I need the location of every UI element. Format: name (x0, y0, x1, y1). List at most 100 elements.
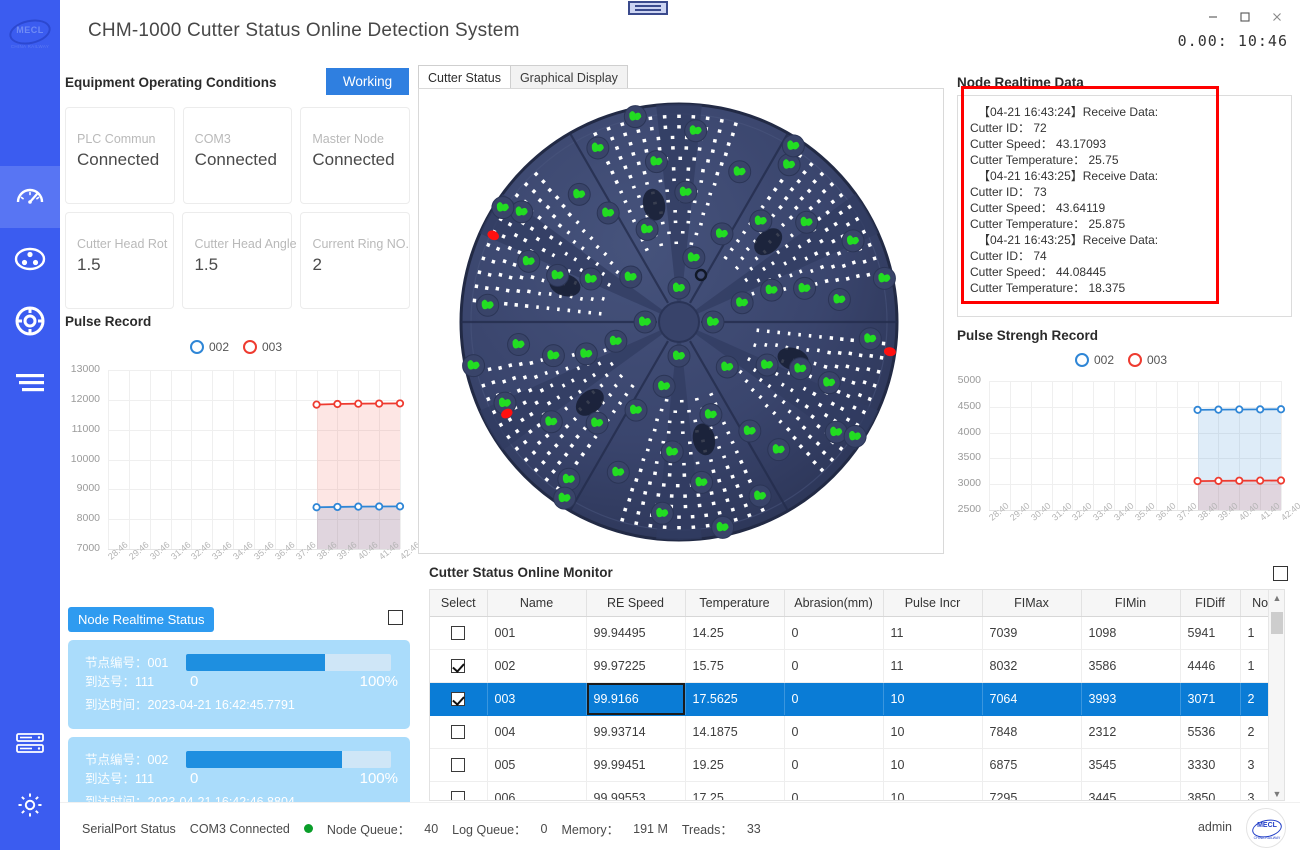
sidebar-item-disc[interactable] (0, 290, 60, 352)
node-realtime-log[interactable]: 【04-21 16:43:24】Receive Data: Cutter ID： … (957, 95, 1292, 317)
equipment-card[interactable]: Cutter Head Angle 1.5 (182, 212, 297, 309)
table-column-header[interactable]: Temperature (685, 590, 785, 617)
scroll-up-arrow[interactable]: ▲ (1269, 590, 1284, 606)
row-select-cell[interactable] (430, 649, 488, 683)
sidebar-item-cutterhead[interactable] (0, 228, 60, 290)
node-status-card[interactable]: 节点编号：001 到达号：111 0 100% 到达时间：2023-04-21 … (68, 640, 410, 729)
table-column-header[interactable]: RE Speed (586, 590, 686, 617)
cutter-monitor-checkbox[interactable] (1273, 566, 1288, 581)
row-checkbox[interactable] (451, 724, 466, 739)
table-cell[interactable]: 14.1875 (685, 715, 785, 749)
equipment-card[interactable]: Current Ring NO. 2 (300, 212, 410, 309)
table-cell[interactable]: 99.99451 (586, 748, 686, 782)
scrollbar-thumb[interactable] (1271, 612, 1283, 634)
equipment-card[interactable]: Master Node Connected (300, 107, 411, 204)
node-status-checkbox[interactable] (388, 610, 403, 625)
node-realtime-status-button[interactable]: Node Realtime Status (68, 607, 215, 632)
table-cell[interactable]: 0 (784, 682, 884, 716)
table-cell[interactable]: 0 (784, 649, 884, 683)
cutter-monitor-grid[interactable]: Select Name RE Speed Temperature Abrasion(mm… (429, 589, 1285, 801)
table-cell[interactable]: 2312 (1081, 715, 1181, 749)
table-cell[interactable]: 99.9166 (586, 682, 686, 716)
table-column-header[interactable]: Pulse Incr (883, 590, 983, 617)
table-cell[interactable]: 15.75 (685, 649, 785, 683)
table-cell[interactable]: 6875 (982, 748, 1082, 782)
table-cell[interactable]: 10 (883, 748, 983, 782)
legend-item[interactable]: 003 (243, 340, 282, 354)
table-cell[interactable]: 002 (487, 649, 587, 683)
table-cell[interactable]: 99.99553 (586, 781, 686, 800)
scroll-down-arrow[interactable]: ▼ (1269, 786, 1284, 800)
table-cell[interactable]: 3330 (1180, 748, 1241, 782)
table-cell[interactable]: 3993 (1081, 682, 1181, 716)
window-drag-handle[interactable] (628, 1, 668, 15)
table-cell[interactable]: 5941 (1180, 616, 1241, 650)
table-cell[interactable]: 11 (883, 649, 983, 683)
table-row[interactable]: 006 99.99553 17.25 0 10 7295 3445 3850 3 (430, 781, 1284, 800)
table-column-header[interactable]: Name (487, 590, 587, 617)
row-select-cell[interactable] (430, 781, 488, 800)
table-row[interactable]: 005 99.99451 19.25 0 10 6875 3545 3330 3 (430, 748, 1284, 782)
equipment-card[interactable]: PLC Commun Connected (65, 107, 175, 204)
tbm-cutter-head-diagram[interactable] (429, 89, 929, 553)
tab-cutter-status[interactable]: Cutter Status (418, 65, 511, 89)
sidebar-item-dashboard[interactable] (0, 166, 60, 228)
row-select-cell[interactable] (430, 748, 488, 782)
working-status-button[interactable]: Working (326, 68, 409, 95)
table-cell[interactable]: 3071 (1180, 682, 1241, 716)
close-button[interactable] (1262, 4, 1292, 30)
legend-item[interactable]: 002 (1074, 353, 1114, 367)
table-cell[interactable]: 7039 (982, 616, 1082, 650)
pulse-strength-chart[interactable]: 002 003 2500 3000 3500 4000 4500 5000 28:40 29:… (947, 347, 1300, 559)
table-cell[interactable]: 17.25 (685, 781, 785, 800)
table-cell[interactable]: 17.5625 (685, 682, 785, 716)
table-cell[interactable]: 10 (883, 715, 983, 749)
minimize-button[interactable] (1198, 4, 1228, 30)
sidebar-item-list[interactable] (0, 352, 60, 414)
table-cell[interactable]: 0 (784, 781, 884, 800)
table-cell[interactable]: 006 (487, 781, 587, 800)
table-cell[interactable]: 1098 (1081, 616, 1181, 650)
table-column-header[interactable]: FIDiff (1180, 590, 1241, 617)
table-row[interactable]: 001 99.94495 14.25 0 11 7039 1098 5941 1 (430, 616, 1284, 650)
sidebar-item-database[interactable] (0, 712, 60, 774)
table-cell[interactable]: 14.25 (685, 616, 785, 650)
legend-item[interactable]: 003 (1128, 353, 1167, 367)
table-column-header[interactable]: FIMin (1081, 590, 1181, 617)
table-cell[interactable]: 19.25 (685, 748, 785, 782)
table-cell[interactable]: 3586 (1081, 649, 1181, 683)
table-cell[interactable]: 5536 (1180, 715, 1241, 749)
row-select-cell[interactable] (430, 715, 488, 749)
tab-graphical-display[interactable]: Graphical Display (509, 65, 628, 89)
pulse-record-chart[interactable]: 002 003 7000 8000 9000 10000 11000 12000 13000… (60, 334, 422, 599)
row-select-cell[interactable] (430, 616, 488, 650)
table-cell[interactable]: 005 (487, 748, 587, 782)
table-cell[interactable]: 001 (487, 616, 587, 650)
table-row[interactable]: 004 99.93714 14.1875 0 10 7848 2312 5536 2 (430, 715, 1284, 749)
table-row[interactable]: 003 99.9166 17.5625 0 10 7064 3993 3071 2 (430, 682, 1284, 716)
table-cell[interactable]: 8032 (982, 649, 1082, 683)
row-checkbox[interactable] (451, 625, 466, 640)
maximize-button[interactable] (1230, 4, 1260, 30)
table-cell[interactable]: 7295 (982, 781, 1082, 800)
row-checkbox[interactable] (451, 790, 466, 800)
table-cell[interactable]: 0 (784, 715, 884, 749)
table-row[interactable]: 002 99.97225 15.75 0 11 8032 3586 4446 1 (430, 649, 1284, 683)
row-select-cell[interactable] (430, 682, 488, 716)
table-cell[interactable]: 3545 (1081, 748, 1181, 782)
legend-item[interactable]: 002 (189, 340, 229, 354)
table-cell[interactable]: 003 (487, 682, 587, 716)
table-cell[interactable]: 10 (883, 781, 983, 800)
table-column-header[interactable]: Abrasion(mm) (784, 590, 884, 617)
avatar[interactable]: MECL CHINA RAILWAY (1246, 808, 1286, 848)
table-cell[interactable]: 4446 (1180, 649, 1241, 683)
table-cell[interactable]: 3850 (1180, 781, 1241, 800)
table-cell[interactable]: 99.97225 (586, 649, 686, 683)
table-cell[interactable]: 99.94495 (586, 616, 686, 650)
table-cell[interactable]: 3445 (1081, 781, 1181, 800)
equipment-card[interactable]: COM3 Connected (182, 107, 293, 204)
sidebar-item-settings[interactable] (0, 774, 60, 836)
table-cell[interactable]: 0 (784, 616, 884, 650)
row-checkbox[interactable] (451, 658, 466, 673)
row-checkbox[interactable] (451, 691, 466, 706)
